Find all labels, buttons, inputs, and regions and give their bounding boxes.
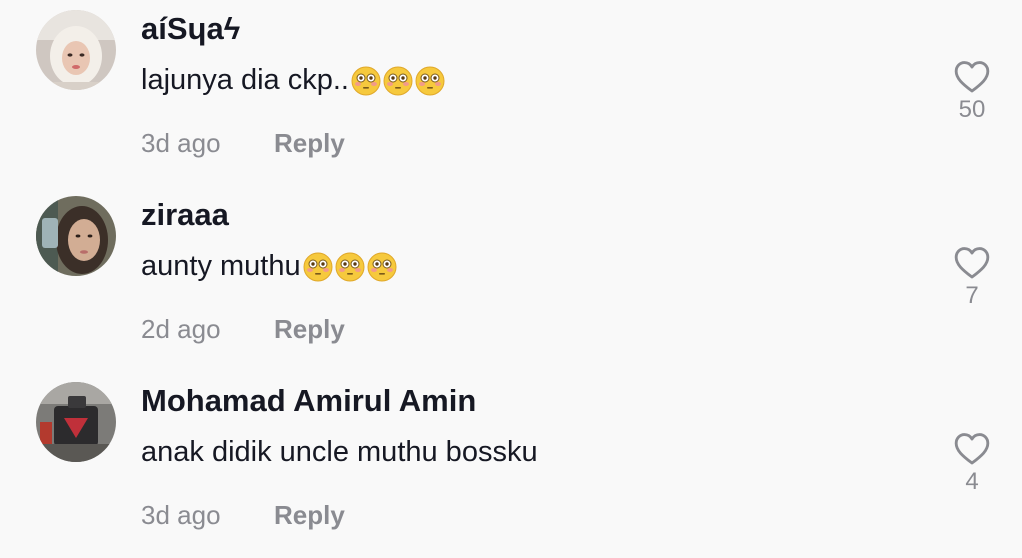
comment-item: ziraaa aunty muthu 2d ago Reply 7 [0, 186, 1022, 372]
flushed-face-icon [351, 66, 381, 96]
like-button[interactable]: 4 [945, 430, 999, 496]
username[interactable]: Mohamad Amirul Amin [141, 383, 476, 419]
avatar[interactable] [36, 10, 116, 90]
comment-text-body: lajunya dia ckp.. [141, 64, 349, 96]
comment-text: anak didik uncle muthu bossku [141, 436, 538, 469]
comment-item: aíSɥaϟ lajunya dia ckp.. 3d ago Reply 50 [0, 0, 1022, 186]
flushed-face-icon [383, 66, 413, 96]
comment-text: lajunya dia ckp.. [141, 64, 445, 97]
like-count: 50 [958, 96, 986, 123]
heart-outline-icon[interactable] [945, 244, 999, 280]
comment-timestamp: 3d ago [141, 500, 221, 530]
avatar[interactable] [36, 382, 116, 462]
like-button[interactable]: 7 [945, 244, 999, 310]
comment-timestamp: 3d ago [141, 128, 221, 158]
reply-button[interactable]: Reply [274, 314, 345, 345]
comment-text-body: aunty muthu [141, 250, 301, 282]
like-button[interactable]: 50 [945, 58, 999, 124]
reply-button[interactable]: Reply [274, 500, 345, 531]
reply-button[interactable]: Reply [274, 128, 345, 159]
comment-text: aunty muthu [141, 250, 397, 283]
like-count: 7 [965, 282, 979, 309]
flushed-face-icon [335, 252, 365, 282]
like-count: 4 [965, 468, 979, 495]
flushed-face-icon [415, 66, 445, 96]
heart-outline-icon[interactable] [945, 58, 999, 94]
flushed-face-icon [367, 252, 397, 282]
comment-item: Mohamad Amirul Amin anak didik uncle mut… [0, 372, 1022, 558]
comment-timestamp: 2d ago [141, 314, 221, 344]
heart-outline-icon[interactable] [945, 430, 999, 466]
username[interactable]: aíSɥaϟ [141, 11, 240, 47]
username[interactable]: ziraaa [141, 197, 229, 233]
avatar[interactable] [36, 196, 116, 276]
comment-text-body: anak didik uncle muthu bossku [141, 436, 538, 468]
flushed-face-icon [303, 252, 333, 282]
